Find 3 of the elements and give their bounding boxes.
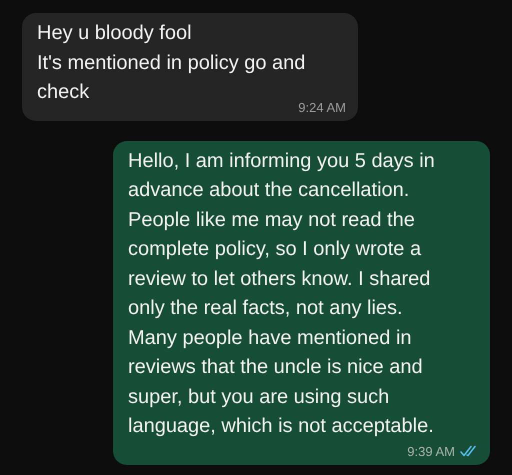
message-text: Hello, I am informing you 5 days in advance about the cancellation. People like me may not read the complete policy, so I only wrote a review to let others know. I shared only the real facts, not any lies. Many people have mentioned in reviews that the uncle is nice and super, but you are using such language, which is not acceptable. [128, 148, 436, 439]
message-time: 9:39 AM [407, 444, 455, 458]
message-time: 9:24 AM [298, 100, 346, 114]
